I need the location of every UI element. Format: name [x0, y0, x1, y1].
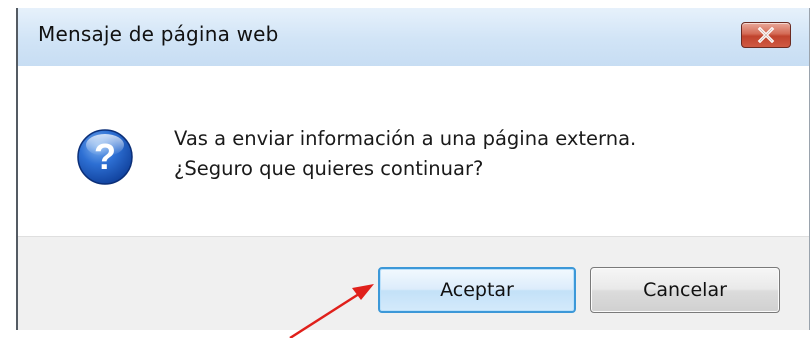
cancel-button[interactable]: Cancelar	[590, 267, 780, 313]
question-icon: ?	[77, 129, 133, 185]
message-line-2: ¿Seguro que quieres continuar?	[174, 157, 484, 180]
dialog-content: ? Vas a enviar información a una página …	[18, 66, 809, 236]
close-button[interactable]	[741, 22, 791, 48]
dialog-title: Mensaje de página web	[38, 22, 279, 46]
dialog-button-bar: Aceptar Cancelar	[18, 236, 809, 330]
screenshot-stage: Mensaje de página web ? Vas a enviar inf…	[0, 0, 810, 338]
message-dialog: Mensaje de página web ? Vas a enviar inf…	[16, 8, 810, 330]
message-line-1: Vas a enviar información a una página ex…	[174, 127, 637, 150]
ok-button[interactable]: Aceptar	[378, 267, 576, 313]
svg-text:?: ?	[94, 136, 116, 177]
close-icon	[757, 27, 775, 43]
dialog-message: Vas a enviar información a una página ex…	[174, 124, 636, 184]
dialog-titlebar: Mensaje de página web	[18, 8, 809, 66]
